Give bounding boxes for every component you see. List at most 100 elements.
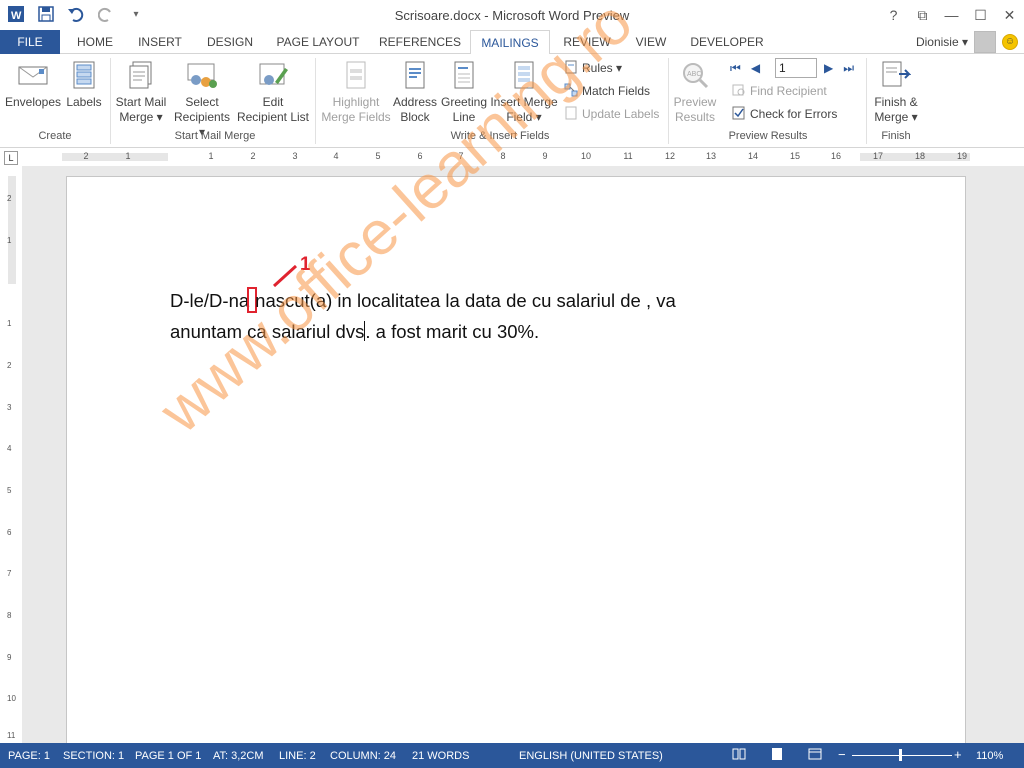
group-start-mail-merge-label: Start Mail Merge xyxy=(174,130,256,142)
tab-references[interactable]: REFERENCES xyxy=(374,30,466,54)
document-page[interactable] xyxy=(66,176,966,756)
labels-label: Labels xyxy=(66,95,102,109)
status-column[interactable]: COLUMN: 24 xyxy=(330,750,396,762)
ruler-label: 5 xyxy=(7,486,12,495)
address-block-button[interactable]: Address Block xyxy=(392,60,438,125)
zoom-out-icon[interactable]: − xyxy=(838,747,846,762)
status-line[interactable]: LINE: 2 xyxy=(279,750,316,762)
select-recipients-line1: Select xyxy=(185,95,219,109)
find-recipient-icon xyxy=(732,83,746,100)
separator xyxy=(110,58,111,144)
address-block-line1: Address xyxy=(392,95,438,109)
check-errors-icon xyxy=(732,106,746,123)
web-layout-icon[interactable] xyxy=(808,747,822,764)
status-words[interactable]: 21 WORDS xyxy=(412,750,469,762)
ribbon-display-button[interactable]: ⧉ xyxy=(908,0,937,30)
group-create-label: Create xyxy=(38,130,72,142)
ruler-label: 1 xyxy=(208,151,214,161)
ruler-label: 10 xyxy=(7,694,16,703)
separator xyxy=(315,58,316,144)
recipients-icon xyxy=(186,60,218,90)
status-bar: PAGE: 1 SECTION: 1 PAGE 1 OF 1 AT: 3,2CM… xyxy=(0,743,1024,768)
tab-home[interactable]: HOME xyxy=(66,30,124,54)
previous-record-icon[interactable]: ◀ xyxy=(751,61,760,75)
envelope-icon xyxy=(17,60,49,90)
ruler-label: 18 xyxy=(914,151,925,161)
ruler-label: 5 xyxy=(375,151,381,161)
ruler-label: 3 xyxy=(292,151,298,161)
check-for-errors-button[interactable]: Check for Errors xyxy=(732,104,837,124)
avatar[interactable] xyxy=(974,31,996,53)
last-record-icon[interactable]: ⏭ xyxy=(843,61,854,76)
vertical-ruler[interactable]: 2 1 1 2 3 4 5 6 7 8 9 10 11 xyxy=(5,176,19,742)
document-text: . a fost marit cu 30%. xyxy=(365,321,540,342)
print-layout-icon[interactable] xyxy=(770,747,784,764)
separator xyxy=(668,58,669,144)
highlight-merge-fields-button[interactable]: Highlight Merge Fields xyxy=(320,60,392,125)
envelopes-label: Envelopes xyxy=(4,95,62,109)
preview-line1: Preview xyxy=(673,95,717,109)
tab-page-layout[interactable]: PAGE LAYOUT xyxy=(270,30,366,54)
ruler-label: 4 xyxy=(333,151,339,161)
record-number-input[interactable] xyxy=(775,58,817,78)
first-record-icon[interactable]: ⏮ xyxy=(730,61,741,76)
edit-recipient-list-button[interactable]: Edit Recipient List xyxy=(236,60,310,125)
status-section[interactable]: SECTION: 1 xyxy=(63,750,124,762)
next-record-icon[interactable]: ▶ xyxy=(824,61,833,75)
ruler-margin-top xyxy=(8,176,16,284)
zoom-level[interactable]: 110% xyxy=(976,750,1003,762)
ruler-label: 14 xyxy=(747,151,758,161)
status-page[interactable]: PAGE: 1 xyxy=(8,750,50,762)
ruler-label: 6 xyxy=(7,528,12,537)
ruler-label: 15 xyxy=(789,151,800,161)
finish-merge-button[interactable]: Finish & Merge ▾ xyxy=(868,60,924,125)
highlight-line2: Merge Fields xyxy=(321,110,391,124)
preview-icon: ABC xyxy=(679,60,711,90)
find-recipient-button[interactable]: Find Recipient xyxy=(732,81,827,101)
address-block-icon xyxy=(399,60,431,90)
tab-design[interactable]: DESIGN xyxy=(198,30,262,54)
record-navigation: ⏮ ◀ xyxy=(730,58,760,78)
address-block-line2: Block xyxy=(400,110,430,124)
ruler-label: 2 xyxy=(7,361,12,370)
read-mode-icon[interactable] xyxy=(732,747,746,764)
ruler-label: 8 xyxy=(7,611,12,620)
preview-line2: Results xyxy=(674,110,715,124)
check-errors-label: Check for Errors xyxy=(750,107,838,121)
close-button[interactable]: ✕ xyxy=(995,0,1024,30)
tab-insert[interactable]: INSERT xyxy=(130,30,190,54)
tab-selector[interactable]: L xyxy=(4,151,18,165)
update-labels-button[interactable]: Update Labels xyxy=(564,104,659,124)
minimize-button[interactable]: — xyxy=(937,0,966,30)
start-mail-merge-button[interactable]: Start Mail Merge ▾ xyxy=(112,60,170,125)
group-finish-label: Finish xyxy=(881,130,911,142)
tab-file[interactable]: FILE xyxy=(0,30,60,54)
user-account[interactable]: Dionisie ▾ ☺ xyxy=(916,30,1018,54)
status-page-of[interactable]: PAGE 1 OF 1 xyxy=(135,750,201,762)
ruler-label: 11 xyxy=(7,731,16,740)
highlight-fields-icon xyxy=(340,60,372,90)
help-button[interactable]: ? xyxy=(879,0,908,30)
select-recipients-button[interactable]: Select Recipients ▾ xyxy=(170,60,234,140)
find-recipient-label: Find Recipient xyxy=(750,84,827,98)
zoom-slider-track[interactable] xyxy=(852,755,952,756)
tab-developer[interactable]: DEVELOPER xyxy=(684,30,770,54)
envelopes-button[interactable]: Envelopes xyxy=(4,60,62,110)
labels-button[interactable]: Labels xyxy=(64,60,104,110)
group-preview-label: Preview Results xyxy=(728,130,808,142)
status-at[interactable]: AT: 3,2CM xyxy=(213,750,264,762)
ruler-label: 13 xyxy=(705,151,716,161)
finish-merge-icon xyxy=(880,60,912,90)
user-name[interactable]: Dionisie ▾ xyxy=(916,35,968,49)
edit-list-icon xyxy=(257,60,289,90)
zoom-slider-thumb[interactable] xyxy=(899,749,902,761)
status-language[interactable]: ENGLISH (UNITED STATES) xyxy=(519,750,663,762)
feedback-smiley-icon[interactable]: ☺ xyxy=(1002,34,1018,50)
title-bar: W ▾ Scrisoare.docx - Microsoft Word Prev… xyxy=(0,0,1024,30)
zoom-in-icon[interactable]: + xyxy=(954,747,962,762)
ruler-label: 12 xyxy=(664,151,675,161)
maximize-button[interactable]: ☐ xyxy=(966,0,995,30)
ruler-label: 7 xyxy=(7,569,12,578)
edit-recipient-list-line1: Edit xyxy=(262,95,284,109)
preview-results-button[interactable]: ABC Preview Results xyxy=(672,60,718,125)
